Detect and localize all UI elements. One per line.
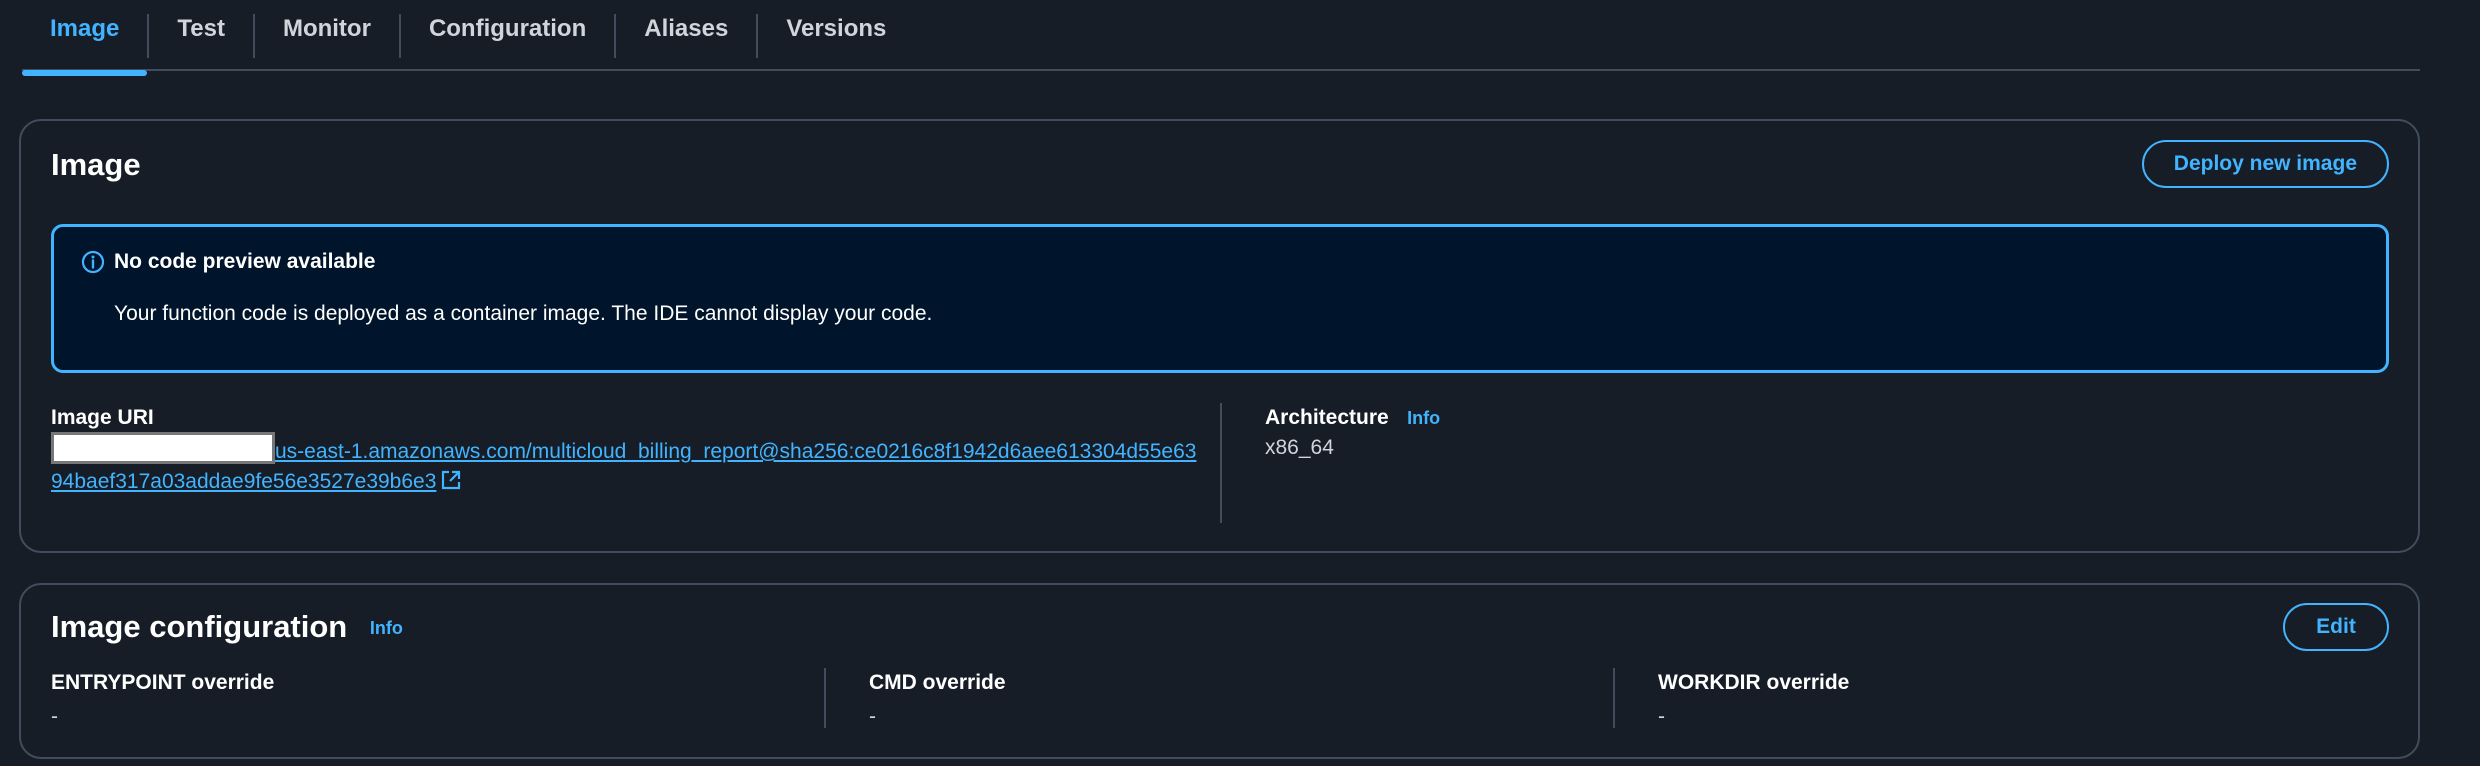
image-panel-title: Image [51,147,141,182]
column-divider [1220,403,1222,523]
entrypoint-override-label: ENTRYPOINT override [51,671,275,694]
no-code-preview-alert: No code preview available Your function … [51,224,2389,373]
info-circle-icon [81,250,105,274]
cmd-override-value: - [869,705,876,728]
deploy-new-image-button[interactable]: Deploy new image [2141,140,2389,188]
cmd-override-label: CMD override [869,671,1006,694]
column-divider [824,668,826,728]
architecture-label: Architecture [1265,406,1389,429]
workdir-override-value: - [1658,705,1665,728]
redacted-box [51,432,275,464]
image-configuration-title: Image configuration Info [51,609,403,645]
workdir-override-field: WORKDIR override - [1658,671,1849,729]
tab-label: Versions [786,14,887,42]
column-divider [1613,668,1615,728]
architecture-field: Architecture Info x86_64 [1265,406,1440,460]
tab-versions[interactable]: Versions [758,0,914,71]
entrypoint-override-field: ENTRYPOINT override - [51,671,274,729]
image-uri-field: Image URI us-east-1.amazonaws.com/multic… [51,406,1201,497]
tab-aliases[interactable]: Aliases [616,0,756,71]
tab-bar: Image Test Monitor Configuration Aliases… [22,0,2420,76]
cmd-override-field: CMD override - [869,671,1006,729]
tab-label: Configuration [428,14,587,42]
alert-title: No code preview available [114,250,376,273]
image-configuration-title-text: Image configuration [51,609,348,644]
tab-image[interactable]: Image [22,0,148,76]
tab-label: Test [177,14,225,42]
architecture-info-link[interactable]: Info [1407,408,1440,428]
tab-label: Aliases [644,14,729,42]
image-configuration-info-link[interactable]: Info [370,618,403,638]
tab-label: Image [50,14,120,42]
tab-label: Monitor [282,14,371,42]
entrypoint-override-value: - [51,705,58,728]
image-panel: Image Deploy new image No code preview a… [19,119,2420,553]
edit-button[interactable]: Edit [2283,603,2389,651]
architecture-value: x86_64 [1265,436,1334,459]
tab-configuration[interactable]: Configuration [401,0,614,71]
tab-monitor[interactable]: Monitor [255,0,399,71]
image-uri-link[interactable]: us-east-1.amazonaws.com/multicloud_billi… [51,432,1201,497]
image-uri-label: Image URI [51,406,154,429]
tab-test[interactable]: Test [149,0,253,71]
alert-body: Your function code is deployed as a cont… [114,302,933,325]
image-configuration-panel: Image configuration Info Edit ENTRYPOINT… [19,583,2420,759]
external-link-icon [442,470,461,490]
workdir-override-label: WORKDIR override [1658,671,1850,694]
